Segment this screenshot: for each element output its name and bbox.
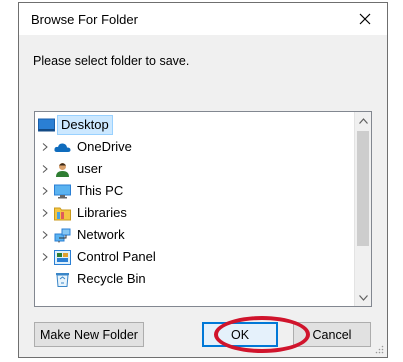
title-bar: Browse For Folder xyxy=(19,3,387,35)
scroll-thumb[interactable] xyxy=(357,131,369,246)
tree-item-recycle-bin[interactable]: Recycle Bin xyxy=(53,268,146,290)
make-new-folder-label: Make New Folder xyxy=(40,327,138,342)
recycle-bin-icon xyxy=(53,271,71,287)
close-icon xyxy=(359,13,371,25)
tree-item-this-pc[interactable]: This PC xyxy=(35,180,123,202)
tree-scrollbar[interactable] xyxy=(354,112,371,306)
chevron-right-icon[interactable] xyxy=(37,165,53,173)
desktop-icon xyxy=(37,117,55,133)
instruction-text: Please select folder to save. xyxy=(33,54,190,68)
close-button[interactable] xyxy=(343,3,387,35)
dialog-title: Browse For Folder xyxy=(31,12,138,27)
ok-label: OK xyxy=(230,327,250,342)
chevron-right-icon[interactable] xyxy=(37,253,53,261)
tree-item-desktop[interactable]: Desktop xyxy=(37,114,113,136)
this-pc-icon xyxy=(53,183,71,199)
chevron-up-icon xyxy=(359,117,368,124)
scroll-down-button[interactable] xyxy=(355,289,371,306)
browse-for-folder-dialog: Browse For Folder Please select folder t… xyxy=(18,2,388,358)
tree-item-network[interactable]: Network xyxy=(35,224,125,246)
resize-grip-icon[interactable] xyxy=(374,344,384,354)
chevron-down-icon xyxy=(359,294,368,301)
cancel-button[interactable]: Cancel xyxy=(293,322,371,347)
network-icon xyxy=(53,227,71,243)
control-panel-icon xyxy=(53,249,71,265)
tree-item-libraries[interactable]: Libraries xyxy=(35,202,127,224)
chevron-right-icon[interactable] xyxy=(37,231,53,239)
onedrive-cloud-icon xyxy=(53,139,71,155)
ok-button[interactable]: OK xyxy=(202,322,278,347)
tree-item-control-panel[interactable]: Control Panel xyxy=(35,246,156,268)
make-new-folder-button[interactable]: Make New Folder xyxy=(34,322,144,347)
user-icon xyxy=(53,161,71,177)
chevron-right-icon[interactable] xyxy=(37,143,53,151)
chevron-right-icon[interactable] xyxy=(37,209,53,217)
libraries-icon xyxy=(53,205,71,221)
scroll-up-button[interactable] xyxy=(355,112,371,129)
tree-item-user[interactable]: user xyxy=(35,158,102,180)
tree-item-onedrive[interactable]: OneDrive xyxy=(35,136,132,158)
chevron-right-icon[interactable] xyxy=(37,187,53,195)
folder-tree[interactable]: Desktop OneDrive user This PC Libraries … xyxy=(34,111,372,307)
cancel-label: Cancel xyxy=(312,327,352,342)
